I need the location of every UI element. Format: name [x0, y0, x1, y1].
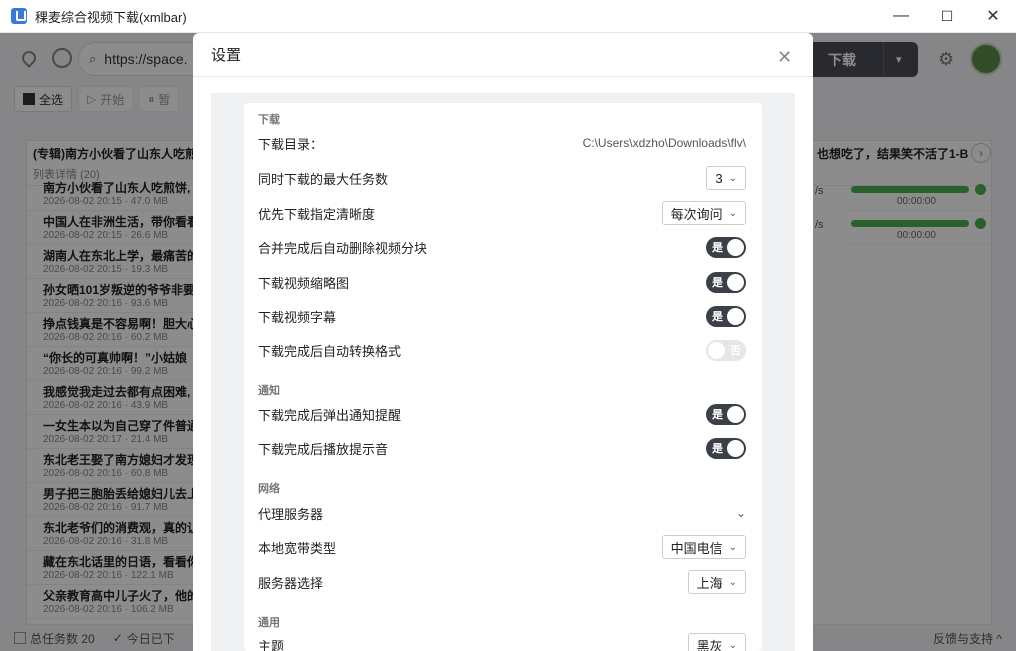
max-tasks-value: 3: [715, 170, 723, 186]
convert-label: 下载完成后自动转换格式: [258, 343, 402, 359]
setting-quality: 优先下载指定清晰度 每次询问 ⌄: [258, 200, 746, 226]
setting-convert: 下载完成后自动转换格式 否: [258, 337, 746, 363]
chevron-down-icon: ⌄: [728, 541, 737, 553]
section-notify: 通知: [258, 385, 280, 397]
theme-select[interactable]: 黑灰 ⌄: [687, 633, 746, 651]
setting-sound: 下载完成后播放提示音 是: [258, 435, 746, 461]
convert-toggle[interactable]: 否: [706, 339, 746, 361]
chevron-down-icon: ⌄: [728, 639, 737, 651]
dialog-body: 下载 下载目录： C:\Users\xdzho\Downloads\flv\ 同…: [211, 93, 795, 651]
toggle-state: 是: [712, 242, 723, 254]
toggle-knob: [708, 341, 725, 359]
server-label: 服务器选择: [258, 575, 324, 591]
toggle-state: 是: [712, 311, 723, 323]
thumbnail-label: 下载视频缩略图: [258, 275, 350, 291]
setting-theme: 主题 黑灰 ⌄: [258, 632, 746, 651]
download-dir-label: 下载目录：: [258, 136, 324, 152]
setting-thumbnail: 下载视频缩略图 是: [258, 269, 746, 295]
max-tasks-label: 同时下载的最大任务数: [258, 171, 389, 187]
sound-toggle[interactable]: 是: [706, 437, 746, 459]
dialog-header: 设置: [193, 33, 813, 77]
maximize-button[interactable]: ☐: [924, 0, 970, 33]
toggle-knob: [727, 307, 744, 325]
app-download-icon: [11, 8, 27, 24]
chevron-down-icon: ⌄: [728, 172, 737, 184]
toggle-knob: [727, 238, 744, 256]
popup-notify-toggle[interactable]: 是: [706, 403, 746, 425]
max-tasks-select[interactable]: 3 ⌄: [706, 166, 746, 190]
setting-download-dir: 下载目录： C:\Users\xdzho\Downloads\flv\: [258, 130, 746, 156]
setting-proxy[interactable]: 代理服务器 ⌄: [258, 500, 746, 526]
setting-subtitle: 下载视频字幕 是: [258, 303, 746, 329]
close-window-button[interactable]: ✕: [970, 0, 1016, 33]
settings-dialog: 设置 ✕ 下载 下载目录： C:\Users\xdzho\Downloads\f…: [193, 33, 813, 651]
broadband-label: 本地宽带类型: [258, 540, 337, 556]
settings-card: 下载 下载目录： C:\Users\xdzho\Downloads\flv\ 同…: [244, 103, 762, 651]
broadband-select[interactable]: 中国电信 ⌄: [661, 535, 746, 559]
delete-chunks-label: 合并完成后自动删除视频分块: [258, 240, 428, 256]
toggle-knob: [727, 405, 744, 423]
quality-value: 每次询问: [670, 206, 723, 222]
section-general: 通用: [258, 617, 280, 629]
section-network: 网络: [258, 483, 280, 495]
popup-notify-label: 下载完成后弹出通知提醒: [258, 407, 402, 423]
quality-label: 优先下载指定清晰度: [258, 206, 376, 222]
minimize-button[interactable]: —: [878, 0, 924, 33]
setting-server: 服务器选择 上海 ⌄: [258, 569, 746, 595]
proxy-label: 代理服务器: [258, 506, 324, 522]
chevron-down-icon[interactable]: ⌄: [736, 506, 746, 520]
toggle-state: 否: [730, 345, 741, 357]
dialog-title: 设置: [211, 47, 242, 64]
toggle-state: 是: [712, 409, 723, 421]
setting-max-tasks: 同时下载的最大任务数 3 ⌄: [258, 165, 746, 191]
subtitle-label: 下载视频字幕: [258, 309, 337, 325]
setting-delete-chunks: 合并完成后自动删除视频分块 是: [258, 234, 746, 260]
toggle-knob: [727, 273, 744, 291]
server-value: 上海: [696, 575, 723, 591]
quality-select[interactable]: 每次询问 ⌄: [661, 201, 746, 225]
close-icon[interactable]: ✕: [777, 48, 792, 66]
theme-value: 黑灰: [696, 638, 723, 651]
delete-chunks-toggle[interactable]: 是: [706, 236, 746, 258]
toggle-state: 是: [712, 443, 723, 455]
section-download: 下载: [258, 114, 280, 126]
chevron-down-icon: ⌄: [728, 207, 737, 219]
theme-label: 主题: [258, 638, 285, 651]
setting-popup-notify: 下载完成后弹出通知提醒 是: [258, 401, 746, 427]
window-controls: — ☐ ✕: [878, 0, 1016, 33]
chevron-down-icon: ⌄: [728, 576, 737, 588]
toggle-state: 是: [712, 277, 723, 289]
window-title: 稞麦综合视频下载(xmlbar): [35, 9, 187, 25]
title-bar: 稞麦综合视频下载(xmlbar) — ☐ ✕: [0, 0, 1016, 33]
setting-broadband: 本地宽带类型 中国电信 ⌄: [258, 534, 746, 560]
broadband-value: 中国电信: [670, 540, 723, 556]
subtitle-toggle[interactable]: 是: [706, 305, 746, 327]
download-dir-path[interactable]: C:\Users\xdzho\Downloads\flv\: [583, 136, 746, 150]
sound-label: 下载完成后播放提示音: [258, 441, 389, 457]
server-select[interactable]: 上海 ⌄: [687, 570, 746, 594]
thumbnail-toggle[interactable]: 是: [706, 271, 746, 293]
toggle-knob: [727, 439, 744, 457]
